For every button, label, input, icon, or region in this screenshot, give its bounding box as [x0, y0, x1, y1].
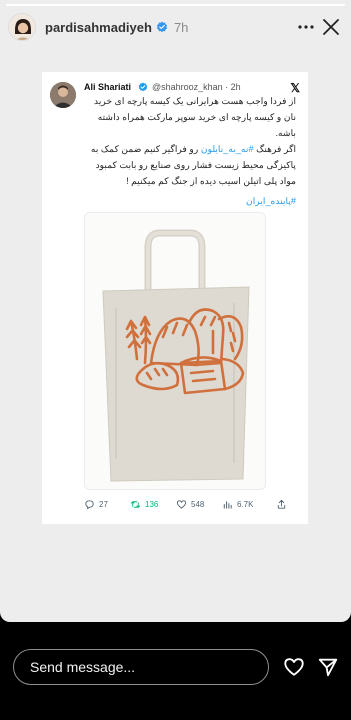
tweet-text: از فردا واجب هست هرایرانی یک کیسه پارچه …	[54, 94, 296, 210]
reply-count: 27	[99, 500, 108, 509]
story-username[interactable]: pardisahmadiyeh	[45, 20, 152, 35]
story-progress-bar	[6, 4, 345, 6]
like-count: 548	[191, 500, 205, 509]
tweet-text-fragment: رو فراگیر کنیم ضمن کمک به	[90, 144, 201, 154]
tweet-card[interactable]: Ali Shariati @shahrooz_khan · 2h 𝕏 از فر…	[42, 72, 308, 524]
story-frame: pardisahmadiyeh 7h Ali Shariati @shahroo…	[0, 0, 351, 622]
tweet-actions: 27 136 548 6.7K	[42, 499, 308, 513]
send-icon[interactable]	[317, 656, 339, 678]
reply-icon	[85, 500, 94, 510]
tweet-line: اگر فرهنگ #نه_به_نایلون رو فراگیر کنیم ض…	[54, 142, 296, 156]
hashtag-link[interactable]: #پاینده_ایران	[54, 194, 296, 208]
avatar[interactable]	[8, 13, 36, 41]
views-count: 6.7K	[237, 500, 254, 509]
repost-count: 136	[145, 500, 159, 509]
x-logo-icon: 𝕏	[290, 81, 300, 95]
story-header: pardisahmadiyeh 7h	[8, 12, 343, 42]
views-button[interactable]: 6.7K	[222, 499, 253, 510]
tweet-line: از فردا واجب هست هرایرانی یک کیسه پارچه …	[94, 96, 296, 106]
repost-button[interactable]: 136	[130, 499, 158, 510]
tweet-line: پاکیزگی محیط زیست فشار روی صنایع رو بابت…	[95, 160, 296, 170]
tweet-text-fragment: اگر فرهنگ	[253, 144, 296, 154]
verified-icon	[156, 21, 168, 33]
tweet-line: نان و کیسه پارچه ای خرید سوپر مارکت همرا…	[97, 112, 296, 122]
tweet-line: مواد پلی اتیلن اسیب دیده از جنگ کم میکنی…	[126, 176, 296, 186]
message-bar	[0, 622, 351, 720]
tweet-author-name[interactable]: Ali Shariati	[84, 82, 131, 92]
story-progress-fill	[6, 4, 345, 6]
hashtag-link[interactable]: #نه_به_نایلون	[201, 144, 254, 154]
views-icon	[223, 501, 232, 509]
reply-button[interactable]: 27	[84, 499, 108, 510]
tweet-line: باشه.	[275, 128, 296, 138]
tweet-image-tote-bag[interactable]	[84, 212, 266, 490]
story-time: 7h	[173, 19, 189, 35]
like-icon	[176, 500, 187, 509]
tweet-verified-icon	[138, 82, 148, 92]
repost-icon	[130, 501, 141, 508]
heart-icon[interactable]	[283, 656, 305, 678]
more-icon[interactable]	[297, 20, 315, 34]
share-icon	[277, 499, 286, 509]
share-button[interactable]	[276, 499, 291, 510]
tweet-handle: @shahrooz_khan · 2h	[152, 82, 241, 92]
like-button[interactable]: 548	[176, 499, 204, 510]
send-message-input[interactable]	[13, 649, 269, 685]
close-icon[interactable]	[321, 17, 341, 37]
